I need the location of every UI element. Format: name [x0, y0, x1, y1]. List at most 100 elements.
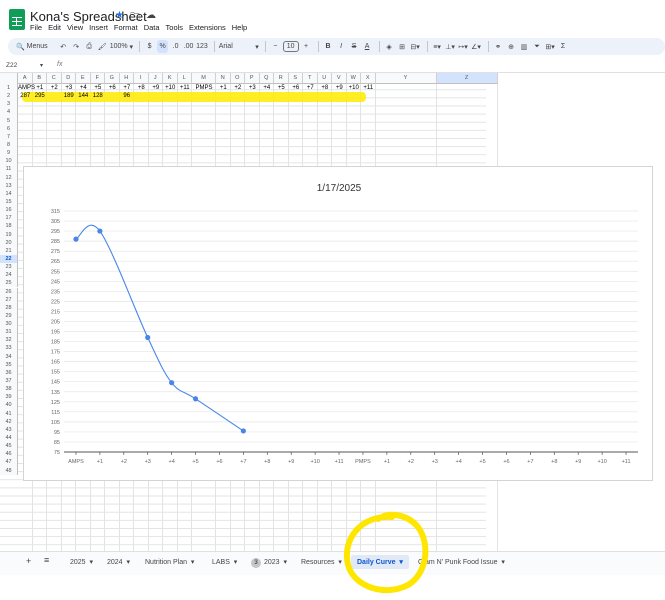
tab-2024[interactable]: 2024 ▾ [107, 558, 130, 566]
tab-2025[interactable]: 2025 ▾ [70, 558, 93, 566]
line-chart[interactable]: 1/17/2025 75 85 95 105 115 125 135 145 155 165 175 1… [23, 166, 653, 481]
undo-icon[interactable]: ↶ [58, 40, 69, 53]
insert-comment-icon[interactable]: ⊕ [506, 40, 517, 53]
column-header-i[interactable]: I [134, 73, 149, 84]
row-header-17[interactable]: 17 [0, 214, 18, 223]
borders-icon[interactable]: ⊞ [397, 40, 408, 53]
tab-labs[interactable]: LABS ▾ [212, 558, 237, 566]
cell-row1-d[interactable]: +3 [62, 85, 77, 91]
merge-cells-icon[interactable]: ⊟▾ [410, 40, 421, 53]
column-header-j[interactable]: J [148, 73, 163, 84]
row-header-24[interactable]: 24 [0, 271, 18, 280]
cell-row1-m[interactable]: PMPS [192, 85, 216, 91]
row-header-15[interactable]: 15 [0, 197, 18, 207]
name-box-dropdown-icon[interactable]: ▾ [40, 62, 43, 69]
cell-row1-l[interactable]: +11 [178, 85, 193, 91]
menu-help[interactable]: Help [232, 23, 247, 32]
row-header-26[interactable]: 26 [0, 287, 18, 296]
cell-row2-e[interactable]: 144 [76, 93, 91, 99]
row-header-12[interactable]: 12 [0, 173, 18, 182]
row-header-22[interactable]: 22 [0, 254, 18, 264]
cell-row1-n[interactable]: +1 [216, 85, 231, 91]
row-header-36[interactable]: 36 [0, 368, 18, 378]
tab-nutrition-plan[interactable]: Nutrition Plan ▾ [145, 558, 194, 566]
paint-format-icon[interactable]: 🖌 [97, 40, 108, 53]
cell-row1-c[interactable]: +2 [47, 85, 62, 91]
row-header-31[interactable]: 31 [0, 328, 18, 337]
row-header-44[interactable]: 44 [0, 434, 18, 443]
insert-link-icon[interactable]: ⚭ [493, 40, 504, 53]
cell-row2-d[interactable]: 189 [62, 93, 77, 99]
column-header-q[interactable]: Q [259, 73, 274, 84]
row-header-9[interactable]: 9 [0, 149, 18, 158]
column-header-y[interactable]: Y [375, 73, 437, 84]
column-header-x[interactable]: X [361, 73, 376, 84]
column-header-k[interactable]: K [163, 73, 178, 84]
row-header-13[interactable]: 13 [0, 181, 18, 190]
row-header-37[interactable]: 37 [0, 377, 18, 386]
cell-row1-g[interactable]: +6 [105, 85, 120, 91]
row-header-8[interactable]: 8 [0, 140, 18, 150]
insert-chart-icon[interactable]: ▥ [519, 40, 530, 53]
column-header-t[interactable]: T [303, 73, 318, 84]
font-size-decrease-button[interactable]: − [270, 40, 281, 53]
row-header-7[interactable]: 7 [0, 132, 18, 141]
row-header-29[interactable]: 29 [0, 311, 18, 321]
menu-insert[interactable]: Insert [89, 23, 108, 32]
redo-icon[interactable]: ↷ [71, 40, 82, 53]
row-header-4[interactable]: 4 [0, 108, 18, 117]
row-header-2[interactable]: 2 [0, 92, 18, 101]
column-header-v[interactable]: V [332, 73, 347, 84]
column-header-b[interactable]: B [32, 73, 47, 84]
column-header-d[interactable]: D [61, 73, 76, 84]
currency-button[interactable]: $ [144, 40, 155, 53]
row-header-42[interactable]: 42 [0, 417, 18, 426]
row-header-10[interactable]: 10 [0, 157, 18, 166]
row-header-34[interactable]: 34 [0, 352, 18, 361]
menu-view[interactable]: View [67, 23, 83, 32]
row-header-18[interactable]: 18 [0, 222, 18, 231]
cell-row2-f[interactable]: 128 [91, 93, 106, 99]
cell-row1-t[interactable]: +7 [303, 85, 318, 91]
sheets-logo-icon[interactable] [9, 9, 25, 30]
menu-format[interactable]: Format [114, 23, 138, 32]
row-header-40[interactable]: 40 [0, 401, 18, 410]
cell-row1-o[interactable]: +2 [231, 85, 246, 91]
strikethrough-icon[interactable]: S [349, 40, 360, 53]
column-header-p[interactable]: P [245, 73, 260, 84]
cell-row2-a[interactable]: 287 [18, 93, 33, 99]
menu-data[interactable]: Data [144, 23, 160, 32]
row-header-20[interactable]: 20 [0, 238, 18, 247]
cell-row1-w[interactable]: +10 [347, 85, 362, 91]
column-header-e[interactable]: E [76, 73, 91, 84]
cell-row1-e[interactable]: +4 [76, 85, 91, 91]
cell-row1-j[interactable]: +9 [149, 85, 164, 91]
column-header-c[interactable]: C [47, 73, 62, 84]
column-header-a[interactable]: A [18, 73, 33, 84]
decrease-decimal-button[interactable]: .0 [170, 40, 181, 53]
row-header-14[interactable]: 14 [0, 189, 18, 198]
cell-row1-r[interactable]: +5 [274, 85, 289, 91]
select-all-corner[interactable] [0, 73, 18, 84]
menu-file[interactable]: File [30, 23, 42, 32]
column-header-s[interactable]: S [288, 73, 303, 84]
add-sheet-icon[interactable]: + [26, 556, 31, 566]
font-size-increase-button[interactable]: + [301, 40, 312, 53]
row-header-21[interactable]: 21 [0, 246, 18, 255]
column-header-g[interactable]: G [105, 73, 120, 84]
vertical-align-icon[interactable]: ⊥▾ [445, 40, 456, 53]
row-header-39[interactable]: 39 [0, 393, 18, 402]
zoom-select[interactable]: 100% ▾ [110, 40, 133, 53]
column-header-f[interactable]: F [90, 73, 105, 84]
all-sheets-icon[interactable]: ≡ [44, 555, 49, 565]
cell-row2-h[interactable]: 96 [120, 93, 135, 99]
cell-row1-h[interactable]: +7 [120, 85, 135, 91]
row-header-46[interactable]: 46 [0, 450, 18, 459]
italic-icon[interactable]: I [336, 40, 347, 53]
filter-views-icon[interactable]: ⊞▾ [545, 40, 556, 53]
row-header-5[interactable]: 5 [0, 116, 18, 125]
search-menus-button[interactable]: 🔍 Menus [16, 40, 48, 53]
print-icon[interactable]: ⎙ [84, 40, 95, 53]
row-header-30[interactable]: 30 [0, 320, 18, 329]
font-size-input[interactable]: 10 [282, 41, 299, 52]
